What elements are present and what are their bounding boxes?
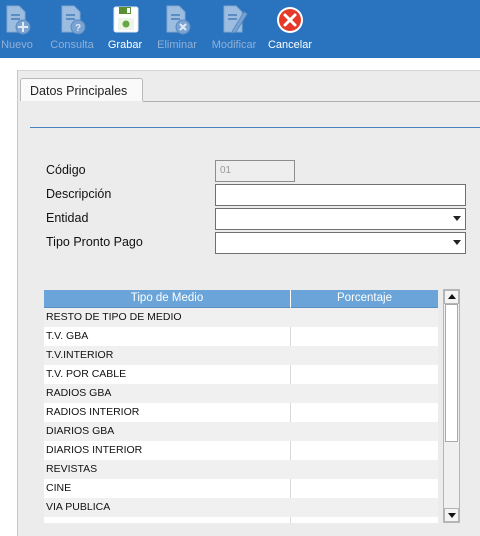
descripcion-label: Descripción <box>46 187 112 201</box>
cell-tipo-de-medio: RESTO DE TIPO DE MEDIO <box>46 311 182 323</box>
cell-tipo-de-medio: DIARIOS INTERIOR <box>46 444 143 456</box>
svg-text:?: ? <box>75 23 81 34</box>
table-row[interactable]: CINE <box>44 479 438 498</box>
table-row[interactable]: DIARIOS GBA <box>44 422 438 441</box>
cell-tipo-de-medio: REVISTAS <box>46 463 98 475</box>
column-header-porcentaje[interactable]: Porcentaje <box>291 290 438 307</box>
consulta-button[interactable]: ? Consulta <box>50 4 94 56</box>
arrow-up-icon <box>448 294 456 299</box>
consulta-label: Consulta <box>50 39 94 51</box>
grid-header: Tipo de Medio Porcentaje <box>44 290 438 308</box>
tab-datos-principales[interactable]: Datos Principales <box>20 78 143 101</box>
cancelar-button[interactable]: Cancelar <box>266 4 314 56</box>
nuevo-button[interactable]: Nuevo <box>0 4 34 56</box>
cancelar-label: Cancelar <box>267 39 313 51</box>
eliminar-button[interactable]: Eliminar <box>155 4 199 56</box>
table-row[interactable]: REVISTAS <box>44 460 438 479</box>
delete-document-icon <box>166 5 191 35</box>
entidad-label: Entidad <box>46 211 89 225</box>
grabar-label: Grabar <box>107 39 143 51</box>
table-row[interactable]: DIARIOS INTERIOR <box>44 441 438 460</box>
cell-tipo-de-medio: RADIOS INTERIOR <box>46 406 140 418</box>
tab-label: Datos Principales <box>30 84 128 98</box>
save-disk-icon <box>113 6 139 33</box>
eliminar-label: Eliminar <box>157 39 197 51</box>
descripcion-field[interactable] <box>215 184 466 206</box>
edit-document-icon <box>223 5 248 34</box>
cell-tipo-de-medio: T.V. POR CABLE <box>46 368 127 380</box>
table-row[interactable]: RESTO DE TIPO DE MEDIO <box>44 308 438 327</box>
nuevo-label: Nuevo <box>1 39 33 51</box>
toolbar: Nuevo ? Consulta Grabar Eliminar Modific… <box>0 0 480 58</box>
table-row[interactable]: RADIOS GBA <box>44 384 438 403</box>
scroll-up-button[interactable] <box>444 290 459 304</box>
arrow-down-icon <box>448 513 456 518</box>
cell-tipo-de-medio: T.V. GBA <box>46 330 89 342</box>
grabar-button[interactable]: Grabar <box>105 4 145 56</box>
table-row[interactable]: RADIOS INTERIOR <box>44 403 438 422</box>
modificar-label: Modificar <box>211 39 257 51</box>
table-row[interactable]: T.V. POR CABLE <box>44 365 438 384</box>
cell-tipo-de-medio: DIARIOS GBA <box>46 425 115 437</box>
tipo-pronto-pago-label: Tipo Pronto Pago <box>46 235 143 249</box>
column-header-tipo-de-medio[interactable]: Tipo de Medio <box>44 290 290 307</box>
codigo-field[interactable]: 01 <box>215 160 295 182</box>
table-row[interactable]: T.V. GBA <box>44 327 438 346</box>
codigo-label: Código <box>46 163 86 177</box>
scroll-thumb[interactable] <box>445 304 458 442</box>
table-row[interactable]: VIA PUBLICA <box>44 498 438 517</box>
new-document-icon <box>6 5 31 35</box>
modificar-button[interactable]: Modificar <box>209 4 259 56</box>
cancel-icon <box>277 7 303 33</box>
tipo-pronto-pago-select[interactable] <box>215 232 466 254</box>
codigo-value: 01 <box>220 165 232 176</box>
cell-tipo-de-medio: T.V.INTERIOR <box>46 349 114 361</box>
query-document-icon: ? <box>61 5 86 35</box>
cell-tipo-de-medio: RADIOS GBA <box>46 387 112 399</box>
grid-scrollbar[interactable] <box>443 289 460 523</box>
chevron-down-icon <box>453 216 461 221</box>
scroll-down-button[interactable] <box>444 508 459 522</box>
cell-tipo-de-medio: VIA PUBLICA <box>46 501 111 513</box>
chevron-down-icon <box>453 240 461 245</box>
entidad-select[interactable] <box>215 208 466 230</box>
table-row[interactable]: T.V.INTERIOR <box>44 346 438 365</box>
section-divider <box>30 127 480 128</box>
tab-baseline <box>143 101 480 102</box>
tipo-medio-grid: Tipo de Medio Porcentaje RESTO DE TIPO D… <box>44 290 438 523</box>
cell-tipo-de-medio: CINE <box>46 482 72 494</box>
